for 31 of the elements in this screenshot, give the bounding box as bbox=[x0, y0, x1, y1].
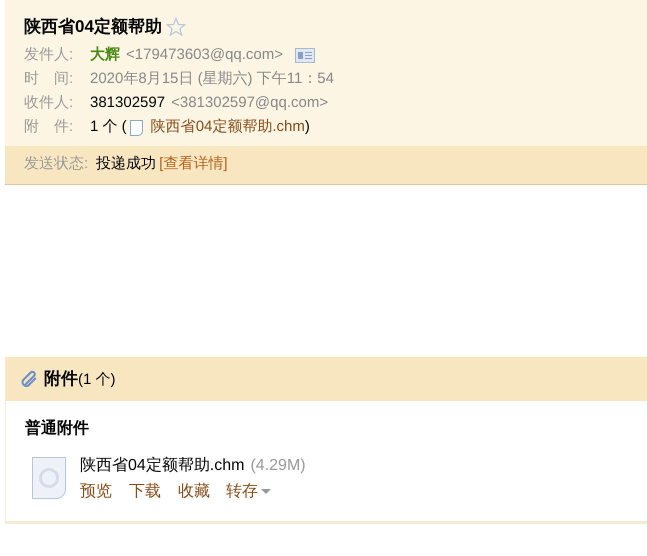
attachments-title: 附件 bbox=[44, 368, 78, 390]
file-icon bbox=[130, 120, 143, 136]
group-title: 普通附件 bbox=[25, 418, 90, 438]
sender-address: <179473603@qq.com> bbox=[126, 45, 284, 66]
file-name: 陕西省04定额帮助.chm bbox=[80, 456, 244, 476]
status-label: 发送状态: bbox=[24, 154, 88, 174]
star-icon[interactable] bbox=[166, 16, 186, 37]
paperclip-icon bbox=[20, 369, 39, 388]
caret-icon[interactable] bbox=[261, 489, 271, 494]
field-label: 时 间: bbox=[24, 69, 74, 90]
status-value: 投递成功 bbox=[96, 154, 156, 174]
attachment-link[interactable]: 陕西省04定额帮助.chm bbox=[150, 116, 305, 139]
contact-card-icon[interactable] bbox=[295, 48, 316, 63]
recipient-address: <381302597@qq.com> bbox=[171, 93, 328, 114]
time-value: 2020年8月15日 (星期六) 下午11：54 bbox=[90, 69, 334, 90]
action-link[interactable]: 收藏 bbox=[178, 480, 210, 504]
document-icon bbox=[32, 456, 66, 498]
action-link[interactable]: 下载 bbox=[129, 480, 161, 504]
save-to-menu[interactable]: 转存 bbox=[226, 480, 258, 504]
paren-text: ) bbox=[304, 117, 310, 138]
action-link[interactable]: 预览 bbox=[80, 480, 112, 504]
field-label: 收件人: bbox=[24, 93, 74, 114]
file-size: (4.29M) bbox=[250, 456, 306, 476]
recipient-name: 381302597 bbox=[90, 93, 166, 114]
mail-subject: 陕西省04定额帮助 bbox=[24, 16, 162, 38]
field-label: 发件人: bbox=[24, 45, 74, 66]
field-label: 附 件: bbox=[24, 117, 74, 138]
details-link[interactable]: [查看详情] bbox=[159, 153, 228, 176]
sender-name[interactable]: 大辉 bbox=[90, 44, 120, 67]
attachment-count: 1 个 ( bbox=[90, 117, 127, 138]
attachments-count: (1 个) bbox=[78, 370, 116, 390]
